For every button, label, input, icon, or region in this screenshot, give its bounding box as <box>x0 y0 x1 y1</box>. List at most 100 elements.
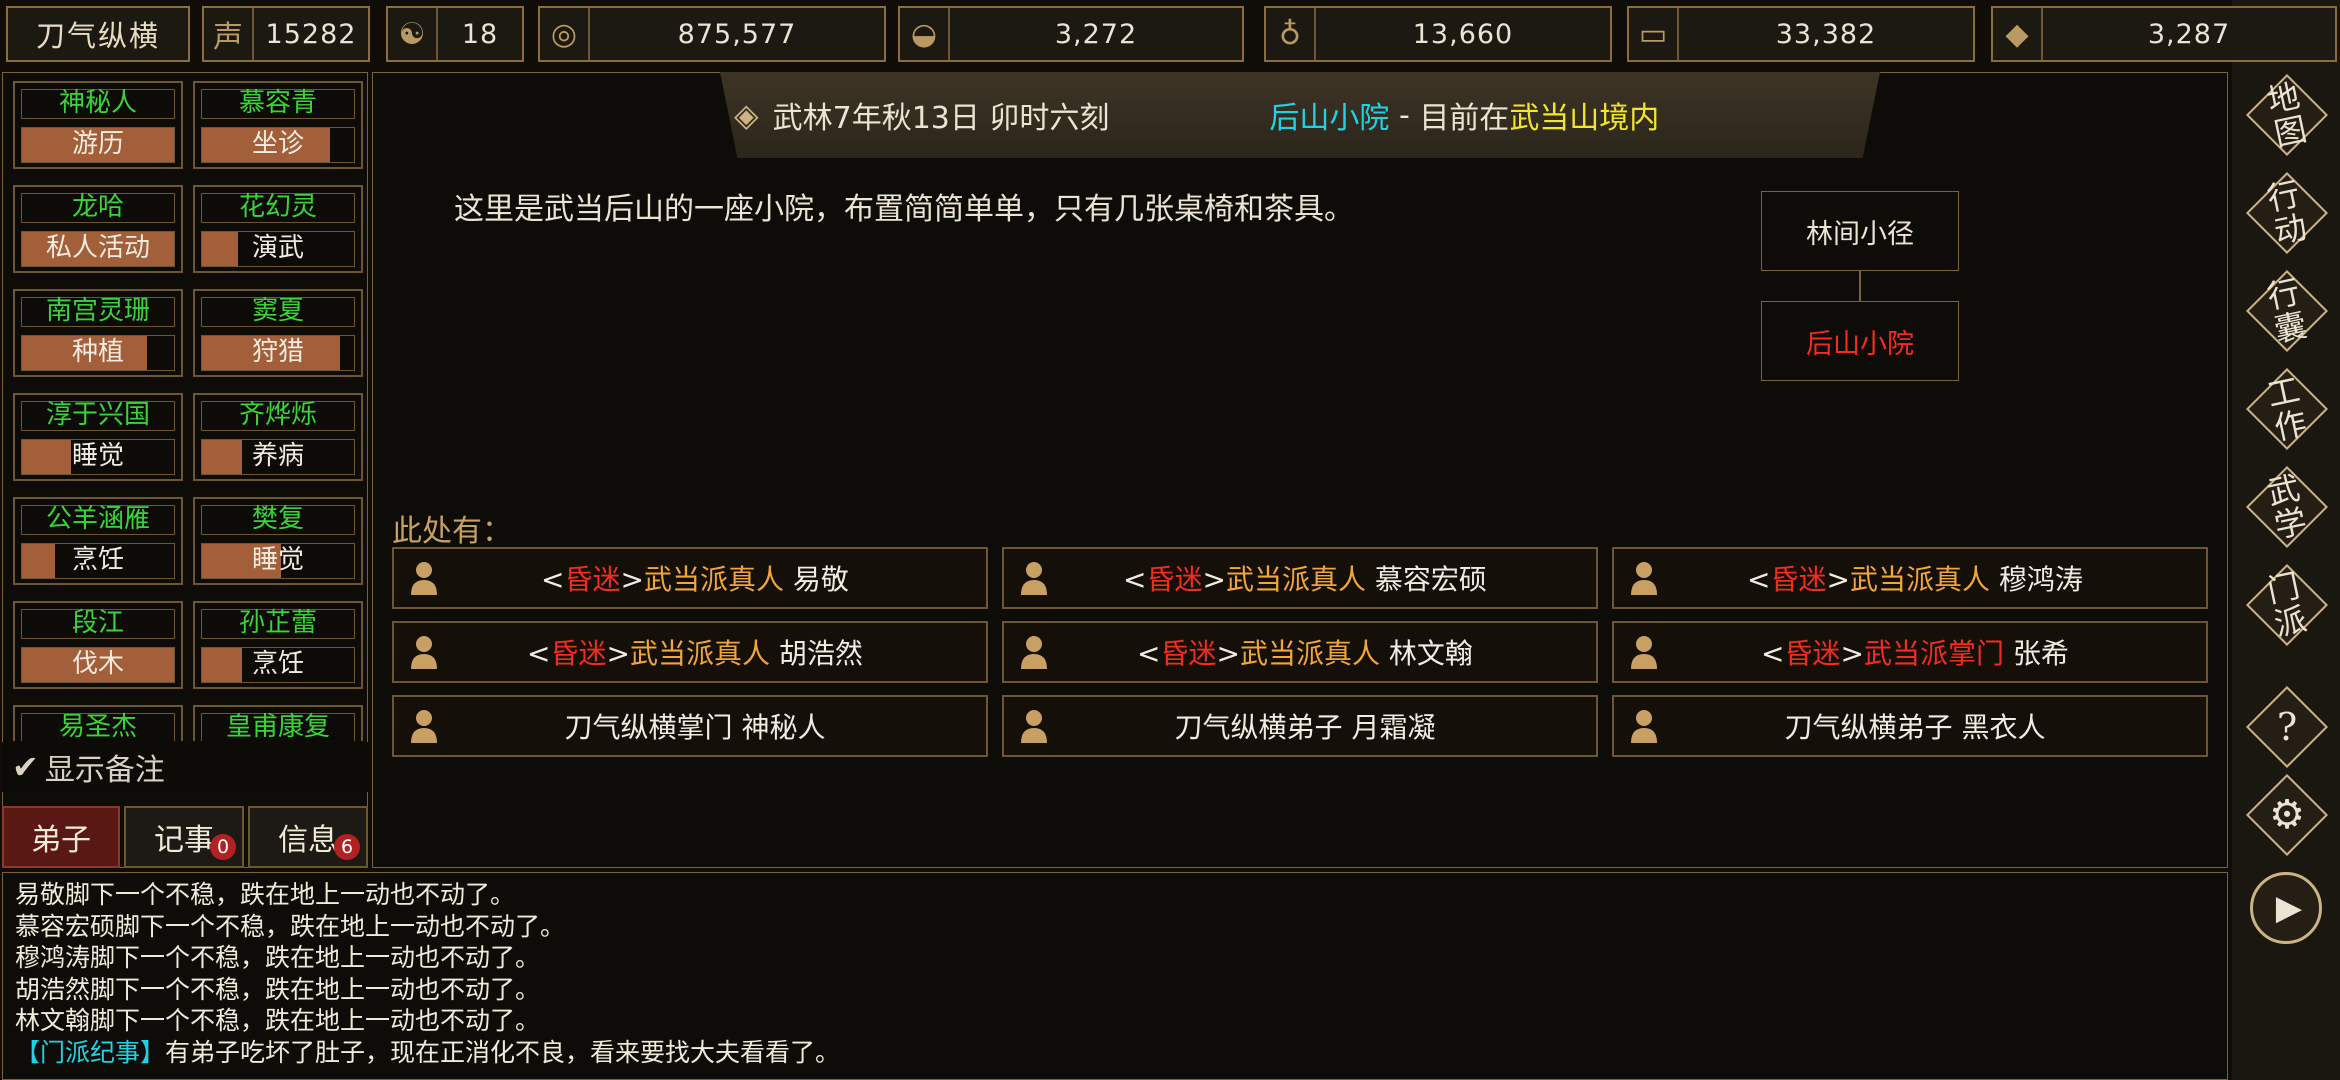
log-line: 穆鸿涛脚下一个不稳，跌在地上一动也不动了。 <box>15 943 541 972</box>
npc-entry[interactable]: <昏迷>武当派真人 胡浩然 <box>392 621 988 683</box>
tab-info[interactable]: 信息 6 <box>248 806 368 868</box>
resource-value: 15282 <box>265 18 357 50</box>
game-date: 武林7年秋13日 卯时六刻 <box>772 101 1110 136</box>
help-icon: ? <box>2276 705 2298 749</box>
npc-entry[interactable]: 刀气纵横弟子 月霜凝 <box>1002 695 1598 757</box>
disciple-card[interactable]: 段江 伐木 <box>13 601 183 689</box>
npc-label: <昏迷>武当派真人 胡浩然 <box>444 632 986 672</box>
play-button[interactable]: ▶ <box>2250 872 2322 944</box>
activity-progress: 烹饪 <box>201 647 355 683</box>
disciple-card[interactable]: 齐烨烁 养病 <box>193 393 363 481</box>
menu-martial-arts-button[interactable]: 武学 <box>2245 465 2329 549</box>
npc-entry[interactable]: 刀气纵横弟子 黑衣人 <box>1612 695 2208 757</box>
menu-action-button[interactable]: 行动 <box>2245 171 2329 255</box>
menu-inventory-label: 行囊 <box>2263 272 2311 350</box>
person-icon <box>1014 561 1054 595</box>
disciple-card[interactable]: 南宫灵珊 种植 <box>13 289 183 377</box>
location-name[interactable]: 后山小院 <box>1269 93 1389 137</box>
npc-entry[interactable]: <昏迷>武当派真人 慕容宏硕 <box>1002 547 1598 609</box>
npc-label: 刀气纵横弟子 月霜凝 <box>1054 706 1596 746</box>
resource-prestige[interactable]: 声 15282 <box>202 6 370 62</box>
activity-progress: 养病 <box>201 439 355 475</box>
activity-progress: 伐木 <box>21 647 175 683</box>
here-label: 此处有： <box>392 514 512 549</box>
disciple-card[interactable]: 龙哈 私人活动 <box>13 185 183 273</box>
disciple-card[interactable]: 淳于兴国 睡觉 <box>13 393 183 481</box>
activity-progress: 游历 <box>21 127 175 163</box>
npc-bracket-open: < <box>1123 563 1147 596</box>
play-icon: ▶ <box>2275 888 2303 928</box>
npc-bracket-close: > <box>1840 637 1864 670</box>
npc-entry[interactable]: 刀气纵横掌门 神秘人 <box>392 695 988 757</box>
menu-map-button[interactable]: 地图 <box>2245 73 2329 157</box>
menu-sect-button[interactable]: 门派 <box>2245 563 2329 647</box>
resource-food-bowl[interactable]: ◒ 3,272 <box>898 6 1244 62</box>
npc-label: <昏迷>武当派真人 林文翰 <box>1054 632 1596 672</box>
disciple-card[interactable]: 慕容青 坐诊 <box>193 81 363 169</box>
log-news-text: 有弟子吃坏了肚子，现在正消化不良，看来要找大夫看看了。 <box>165 1037 841 1067</box>
npc-bracket-close: > <box>1216 637 1240 670</box>
map-room-current[interactable]: 后山小院 <box>1761 301 1959 381</box>
disciple-card[interactable]: 皇甫康复 <box>193 705 363 741</box>
map-room-north-label: 林间小径 <box>1806 218 1914 250</box>
activity-progress: 坐诊 <box>201 127 355 163</box>
settings-button[interactable]: ⚙ <box>2245 773 2329 857</box>
activity-progress: 私人活动 <box>21 231 175 267</box>
npc-entry[interactable]: <昏迷>武当派真人 林文翰 <box>1002 621 1598 683</box>
sect-name-box[interactable]: 刀气纵横 <box>6 6 190 62</box>
disciple-card[interactable]: 窦夏 狩猎 <box>193 289 363 377</box>
npc-entry[interactable]: <昏迷>武当派真人 穆鸿涛 <box>1612 547 2208 609</box>
disciple-card[interactable]: 易圣杰 <box>13 705 183 741</box>
menu-inventory-button[interactable]: 行囊 <box>2245 269 2329 353</box>
npc-name: 张希 <box>2012 637 2069 670</box>
disciple-name: 南宫灵珊 <box>21 297 175 327</box>
person-icon <box>1624 709 1664 743</box>
menu-sect-label: 门派 <box>2263 566 2311 644</box>
resource-coin[interactable]: ◎ 875,577 <box>538 6 886 62</box>
npc-bracket-open: < <box>541 563 565 596</box>
food-bowl-icon: ◒ <box>900 8 950 60</box>
disciple-activity: 种植 <box>71 337 124 367</box>
disciple-card[interactable]: 神秘人 游历 <box>13 81 183 169</box>
resource-yin-yang[interactable]: ☯ 18 <box>386 6 524 62</box>
npc-gap <box>1380 637 1389 670</box>
npc-label: <昏迷>武当派真人 慕容宏硕 <box>1054 558 1596 598</box>
activity-progress: 狩猎 <box>201 335 355 371</box>
menu-martial-arts-label: 武学 <box>2263 468 2311 546</box>
help-button[interactable]: ? <box>2245 685 2329 769</box>
person-icon <box>404 709 444 743</box>
tab-disciples[interactable]: 弟子 <box>2 806 120 868</box>
disciple-activity: 睡觉 <box>71 441 124 471</box>
npc-gap <box>784 563 793 596</box>
menu-work-button[interactable]: 工作 <box>2245 367 2329 451</box>
resource-value: 18 <box>461 18 499 50</box>
resource-gourd[interactable]: ♁ 13,660 <box>1264 6 1612 62</box>
resource-ore[interactable]: ◆ 3,287 <box>1991 6 2337 62</box>
npc-entry[interactable]: <昏迷>武当派掌门 张希 <box>1612 621 2208 683</box>
disciple-name: 齐烨烁 <box>201 401 355 431</box>
person-icon <box>404 635 444 669</box>
disciple-name: 公羊涵雁 <box>21 505 175 535</box>
resource-value: 13,660 <box>1412 18 1514 50</box>
log-news: 【门派纪事】有弟子吃坏了肚子，现在正消化不良，看来要找大夫看看了。 <box>15 1037 2215 1069</box>
disciple-card[interactable]: 花幻灵 演武 <box>193 185 363 273</box>
disciple-card[interactable]: 孙芷蕾 烹饪 <box>193 601 363 689</box>
disciple-card[interactable]: 樊复 睡觉 <box>193 497 363 585</box>
resource-wood-log[interactable]: ▭ 33,382 <box>1627 6 1975 62</box>
disciple-name: 淳于兴国 <box>21 401 175 431</box>
wood-log-icon: ▭ <box>1629 8 1679 60</box>
npc-faction: 武当派真人 <box>1240 637 1381 670</box>
npc-faction: 武当派掌门 <box>1864 637 2005 670</box>
show-notes-toggle[interactable]: ✔ 显示备注 <box>2 742 368 792</box>
npc-faction: 武当派真人 <box>1226 563 1367 596</box>
npc-entry[interactable]: <昏迷>武当派真人 易敬 <box>392 547 988 609</box>
map-room-current-label: 后山小院 <box>1806 328 1914 360</box>
disciple-activity: 睡觉 <box>251 545 304 575</box>
person-icon <box>1014 635 1054 669</box>
person-icon <box>404 561 444 595</box>
disciple-card[interactable]: 公羊涵雁 烹饪 <box>13 497 183 585</box>
tab-events[interactable]: 记事 0 <box>124 806 244 868</box>
npc-name: 穆鸿涛 <box>1998 563 2083 596</box>
map-room-north[interactable]: 林间小径 <box>1761 191 1959 271</box>
show-notes-label: 显示备注 <box>44 753 165 788</box>
